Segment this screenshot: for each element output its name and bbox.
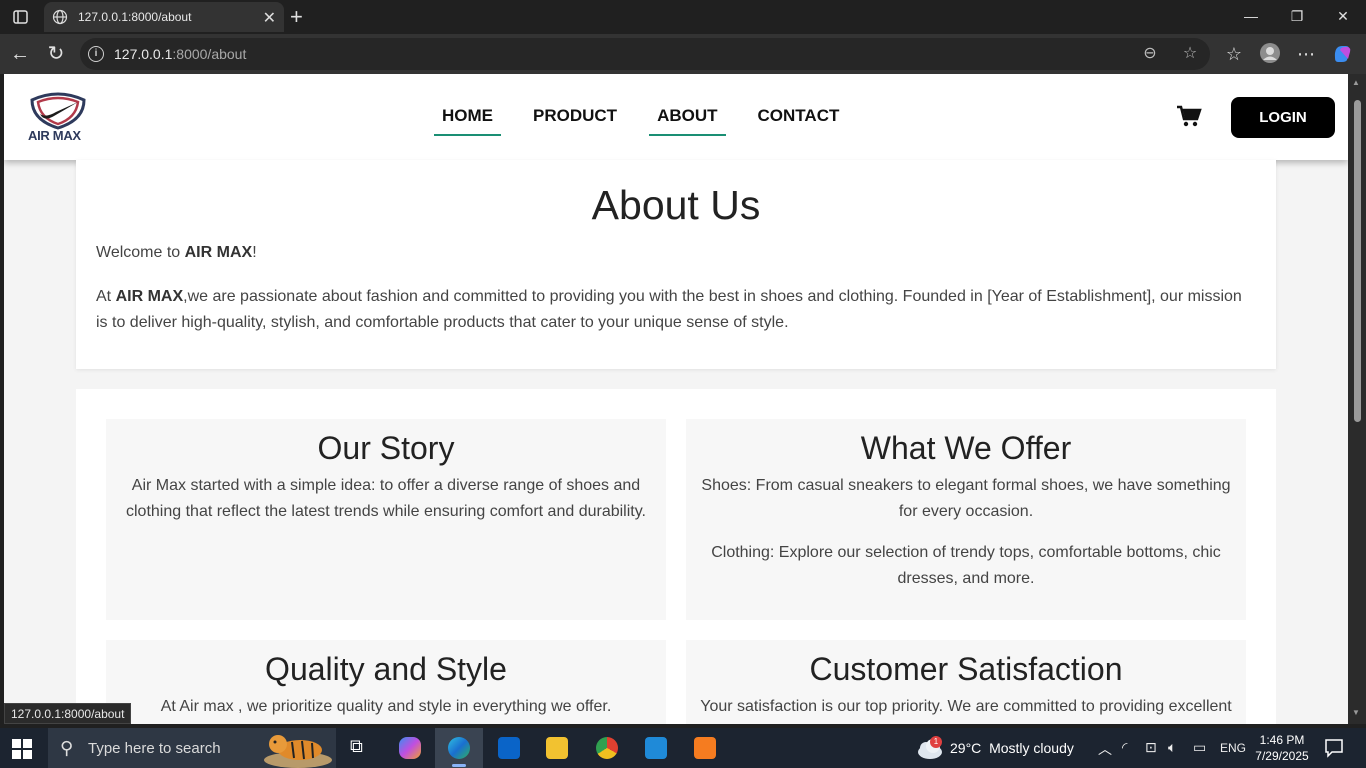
address-bar[interactable]: i 127.0.0.1:8000/about ⊖ ☆	[80, 38, 1210, 70]
chrome-app[interactable]	[583, 728, 631, 768]
page-viewport: AIR MAX HOME PRODUCT ABOUT CONTACT LOGIN…	[4, 74, 1348, 724]
our-story-box: Our Story Air Max started with a simple …	[106, 419, 666, 620]
task-view-icon: ⧉	[350, 736, 363, 756]
search-icon: ⚲	[60, 738, 74, 758]
wifi-icon[interactable]: ◜	[1122, 739, 1127, 756]
scroll-down-icon[interactable]: ▼	[1352, 708, 1360, 717]
restore-icon[interactable]: ❐	[1274, 0, 1320, 32]
edge-app[interactable]	[435, 728, 483, 768]
vscode-app[interactable]	[632, 728, 680, 768]
browser-toolbar: ← ↻ i 127.0.0.1:8000/about ⊖ ☆ ☆ ⋯	[0, 34, 1366, 74]
refresh-icon[interactable]: ↻	[44, 42, 68, 66]
intro-text: At AIR MAX,we are passionate about fashi…	[96, 288, 1242, 331]
site-header: AIR MAX HOME PRODUCT ABOUT CONTACT LOGIN	[4, 74, 1348, 160]
nav-about[interactable]: ABOUT	[649, 106, 726, 136]
folder-icon	[546, 737, 568, 759]
clock-time: 1:46 PM	[1259, 733, 1305, 747]
tray-chevron-icon[interactable]: ︿	[1098, 739, 1112, 759]
vscode-icon	[645, 737, 667, 759]
browser-tab[interactable]: 127.0.0.1:8000/about ✕	[44, 2, 284, 32]
our-story-title: Our Story	[317, 430, 455, 466]
chrome-icon	[596, 737, 618, 759]
windows-taskbar: ⚲ Type here to search ⧉ 1 29°C Mostly cl…	[0, 728, 1366, 768]
quality-style-box: Quality and Style At Air max , we priori…	[106, 640, 666, 724]
customer-satisfaction-title: Customer Satisfaction	[809, 651, 1123, 687]
customer-satisfaction-box: Customer Satisfaction Your satisfaction …	[686, 640, 1246, 724]
favorites-icon[interactable]: ☆	[1222, 42, 1246, 66]
settings-menu-icon[interactable]: ⋯	[1294, 42, 1318, 66]
page-title: About Us	[591, 182, 761, 228]
about-section: About Us Welcome to AIR MAX! At AIR MAX,…	[76, 160, 1276, 369]
quality-style-text: At Air max , we prioritize quality and s…	[160, 698, 612, 715]
window-controls: — ❐ ✕	[1228, 0, 1366, 32]
cart-icon[interactable]	[1176, 104, 1202, 128]
back-icon[interactable]: ←	[8, 42, 32, 66]
windows-start-icon[interactable]	[12, 739, 32, 759]
outlook-app[interactable]	[485, 728, 533, 768]
notifications-icon[interactable]	[1324, 738, 1344, 758]
xampp-app[interactable]	[681, 728, 729, 768]
outlook-icon	[498, 737, 520, 759]
weather-alert-badge: 1	[930, 736, 942, 748]
tiger-illustration-icon	[264, 735, 332, 768]
file-explorer-app[interactable]	[533, 728, 581, 768]
weather-desc: Mostly cloudy	[989, 740, 1074, 756]
quality-style-title: Quality and Style	[265, 651, 507, 687]
customer-satisfaction-text: Your satisfaction is our top priority. W…	[700, 698, 1232, 715]
minimize-icon[interactable]: —	[1228, 0, 1274, 32]
page-scrollbar[interactable]: ▲ ▼	[1348, 74, 1366, 724]
clock-date: 7/29/2025	[1255, 749, 1309, 763]
nav-contact[interactable]: CONTACT	[750, 106, 848, 136]
site-info-icon[interactable]: i	[88, 46, 104, 62]
task-view-app[interactable]: ⧉	[336, 728, 384, 768]
logo-text: AIR MAX	[28, 128, 81, 143]
info-grid: Our Story Air Max started with a simple …	[76, 389, 1276, 724]
volume-icon[interactable]: 🔈︎	[1168, 739, 1176, 756]
taskbar-search[interactable]: ⚲ Type here to search	[48, 728, 336, 768]
weather-temp: 29°C	[950, 740, 982, 756]
browser-tab-bar: 127.0.0.1:8000/about ✕ + — ❐ ✕	[0, 0, 1366, 34]
window-close-icon[interactable]: ✕	[1320, 0, 1366, 32]
login-button[interactable]: LOGIN	[1231, 97, 1335, 138]
what-we-offer-box: What We Offer Shoes: From casual sneaker…	[686, 419, 1246, 620]
scroll-thumb[interactable]	[1354, 100, 1361, 422]
offer-shoes-text: Shoes: From casual sneakers to elegant f…	[701, 477, 1231, 520]
tab-title: 127.0.0.1:8000/about	[78, 10, 192, 24]
more-options-icon[interactable]: ⊖	[1140, 44, 1160, 64]
profile-avatar-icon[interactable]	[1258, 42, 1282, 66]
battery-icon[interactable]: ▭	[1193, 739, 1206, 756]
copilot-icon[interactable]	[1330, 42, 1354, 66]
offer-clothing-text: Clothing: Explore our selection of trend…	[711, 544, 1221, 587]
welcome-text: Welcome to AIR MAX!	[96, 244, 257, 261]
our-story-text: Air Max started with a simple idea: to o…	[126, 477, 646, 520]
url-text[interactable]: 127.0.0.1:8000/about	[114, 46, 246, 62]
edge-icon	[448, 737, 470, 759]
nav-home[interactable]: HOME	[434, 106, 501, 136]
search-placeholder: Type here to search	[88, 740, 221, 757]
copilot-app[interactable]	[386, 728, 434, 768]
main-nav: HOME PRODUCT ABOUT CONTACT	[434, 106, 847, 136]
what-we-offer-title: What We Offer	[860, 430, 1072, 466]
tab-actions-icon[interactable]	[8, 6, 32, 28]
copilot-taskbar-icon	[399, 737, 421, 759]
language-indicator[interactable]: ENG	[1220, 741, 1246, 755]
tab-close-icon[interactable]: ✕	[263, 8, 276, 28]
system-clock[interactable]: 1:46 PM 7/29/2025	[1252, 732, 1312, 764]
scroll-up-icon[interactable]: ▲	[1352, 78, 1360, 87]
favorite-star-icon[interactable]: ☆	[1180, 44, 1200, 64]
status-url-tooltip: 127.0.0.1:8000/about	[4, 703, 132, 724]
new-tab-icon[interactable]: +	[290, 4, 303, 30]
meet-icon[interactable]: ⊡	[1145, 739, 1157, 756]
globe-icon	[52, 9, 68, 25]
nav-product[interactable]: PRODUCT	[525, 106, 625, 136]
xampp-icon	[694, 737, 716, 759]
